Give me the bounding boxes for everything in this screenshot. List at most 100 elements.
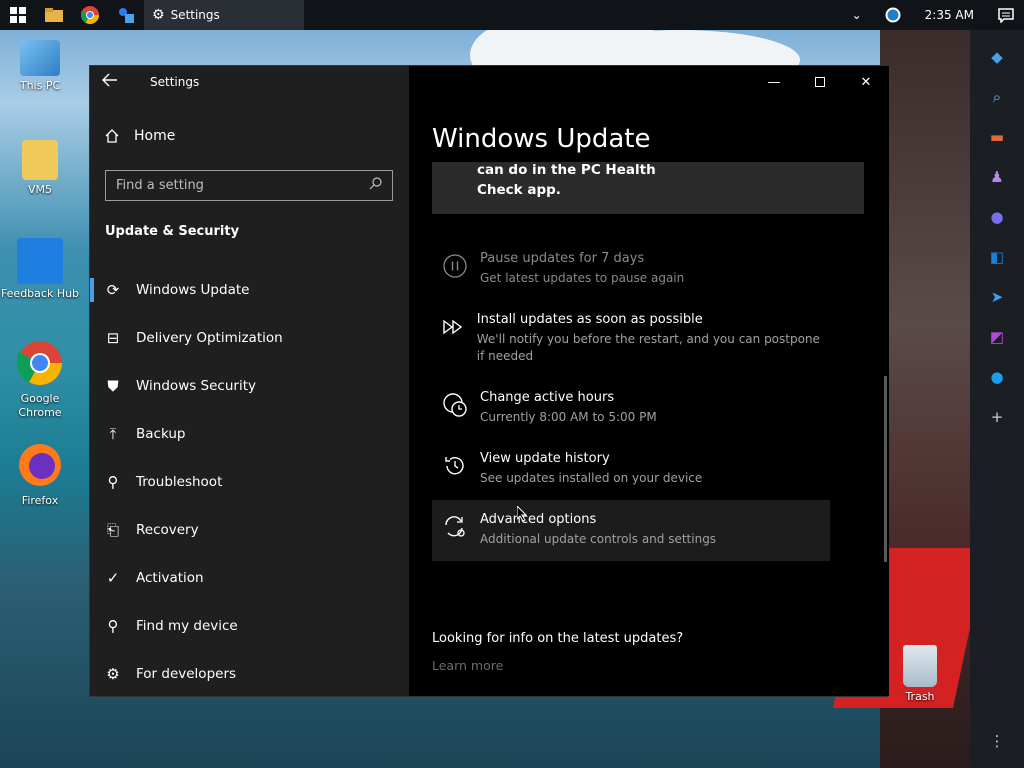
nav-item-windows-security[interactable]: ⛊ Windows Security [90,362,409,410]
notification-icon[interactable] [988,0,1024,30]
desktop-icon-firefox[interactable]: Firefox [0,442,80,507]
settings-content-pane: — ✕ Windows Update can do in the PC Heal… [409,66,889,696]
desktop-icon-this-pc[interactable]: This PC [0,40,80,92]
nav-item-label: Troubleshoot [136,474,223,490]
chevron-up-icon[interactable]: ⌄ [839,0,875,30]
folder-icon [45,8,63,22]
nav-item-for-developers[interactable]: ⚙ For developers [90,650,409,698]
check-circle-icon: ✓ [106,569,120,587]
more-icon[interactable]: ⋮ [983,726,1011,756]
advanced-options-option[interactable]: Advanced options Additional update contr… [432,500,830,561]
copilot-pro-icon[interactable]: ● [983,202,1011,232]
onenote-icon[interactable]: ◩ [983,322,1011,352]
taskbar: ⚙ Settings ⌄ 2:35 AM [0,0,1024,30]
message-icon [998,7,1014,23]
update-history-option[interactable]: View update history See updates installe… [432,451,830,491]
desktop-icon-vm5[interactable]: VM5 [0,140,80,196]
desktop-icon-label: Google Chrome [18,392,62,419]
desktop-icon-feedback-hub[interactable]: Feedback Hub [0,238,80,300]
taskbar-settings-button[interactable]: ⚙ Settings [144,0,304,30]
close-button[interactable]: ✕ [843,66,889,98]
desktop-icon-trash[interactable]: Trash [880,645,960,703]
backup-arrow-icon: ⤒ [109,425,117,443]
clock[interactable]: 2:35 AM [911,8,988,22]
wrench-icon: ⚲ [107,473,119,491]
chrome-icon [81,6,99,24]
shield-icon: ⛊ [107,377,119,395]
nav-item-label: Windows Update [136,282,250,298]
search-icon[interactable]: ⌕ [983,82,1011,112]
home-link[interactable]: Home [104,128,175,144]
nav-item-label: Find my device [136,618,238,634]
pause-icon [442,253,468,279]
search-icon [369,177,382,194]
tray-app-icon[interactable] [875,0,911,30]
mouse-cursor-icon [517,506,527,522]
nav-item-windows-update[interactable]: ⟳ Windows Update [90,266,409,314]
back-arrow-icon [102,73,117,87]
card-line: can do in the PC Health [477,162,656,178]
option-subtitle: Get latest updates to pause again [480,271,685,285]
copilot-icon[interactable]: ◆ [983,42,1011,72]
settings-window: Settings Home Find a setting Update & Se… [89,65,889,698]
desktop-icon-label: Firefox [21,494,59,507]
firefox-icon [19,444,61,486]
send-icon[interactable]: ➤ [983,282,1011,312]
maximize-button[interactable] [797,66,843,98]
toolbox-icon[interactable]: ▬ [983,122,1011,152]
history-icon [442,453,468,479]
people-app-icon [119,8,134,23]
taskbar-file-explorer[interactable] [36,0,72,30]
maximize-icon [815,77,825,87]
add-icon[interactable]: + [983,402,1011,432]
taskbar-chrome[interactable] [72,0,108,30]
active-hours-option[interactable]: Change active hours Currently 8:00 AM to… [432,390,830,430]
minimize-icon: — [767,74,781,90]
desktop-icon-label: Feedback Hub [0,287,80,300]
pause-updates-option: Pause updates for 7 days Get latest upda… [432,251,830,291]
scrollbar[interactable] [884,376,887,562]
option-title: Change active hours [480,390,615,405]
nav-item-delivery-optimization[interactable]: ⊟ Delivery Optimization [90,314,409,362]
info-title: Looking for info on the latest updates? [432,631,684,646]
right-sidebar: ◆ ⌕ ▬ ♟ ● ◧ ➤ ◩ ● + ⋮ [970,30,1024,768]
clock-icon [442,392,468,418]
search-input[interactable]: Find a setting [105,170,393,201]
option-subtitle: See updates installed on your device [480,471,703,485]
settings-nav-list: ⟳ Windows Update ⊟ Delivery Optimization… [90,266,409,698]
install-asap-option[interactable]: Install updates as soon as possible We'l… [432,312,830,368]
games-icon[interactable]: ♟ [983,162,1011,192]
outlook-icon[interactable]: ◧ [983,242,1011,272]
nav-item-activation[interactable]: ✓ Activation [90,554,409,602]
start-button[interactable] [0,0,36,30]
nav-item-troubleshoot[interactable]: ⚲ Troubleshoot [90,458,409,506]
taskbar-settings-label: Settings [170,8,220,22]
desktop-icon-chrome[interactable]: Google Chrome [0,340,80,420]
learn-more-link[interactable]: Learn more [432,658,503,673]
fast-forward-icon [442,314,465,340]
chrome-icon [16,341,62,385]
close-icon: ✕ [860,74,872,90]
developer-icon: ⚙ [106,665,120,683]
home-icon [105,129,119,143]
taskbar-app[interactable] [108,0,144,30]
nav-item-label: Windows Security [136,378,256,394]
option-subtitle: We'll notify you before the restart, and… [476,332,820,363]
nav-item-recovery[interactable]: ⎗ Recovery [90,506,409,554]
option-title: Pause updates for 7 days [480,251,645,266]
section-title: Update & Security [105,224,240,239]
desktop-icon-label: Trash [905,690,935,703]
back-button[interactable] [102,72,126,94]
skype-icon[interactable]: ● [983,362,1011,392]
page-title: Windows Update [432,124,651,154]
desktop-icon-label: This PC [19,79,61,92]
search-placeholder: Find a setting [116,178,204,193]
gear-icon: ⚙ [152,7,165,23]
nav-item-label: Activation [136,570,204,586]
card-text: can do in the PC Health Check app. [477,160,656,200]
minimize-button[interactable]: — [751,66,797,98]
advanced-sync-icon [442,514,468,540]
nav-item-backup[interactable]: ⤒ Backup [90,410,409,458]
nav-item-find-my-device[interactable]: ⚲ Find my device [90,602,409,650]
person-pin-icon: ⚲ [107,617,119,635]
